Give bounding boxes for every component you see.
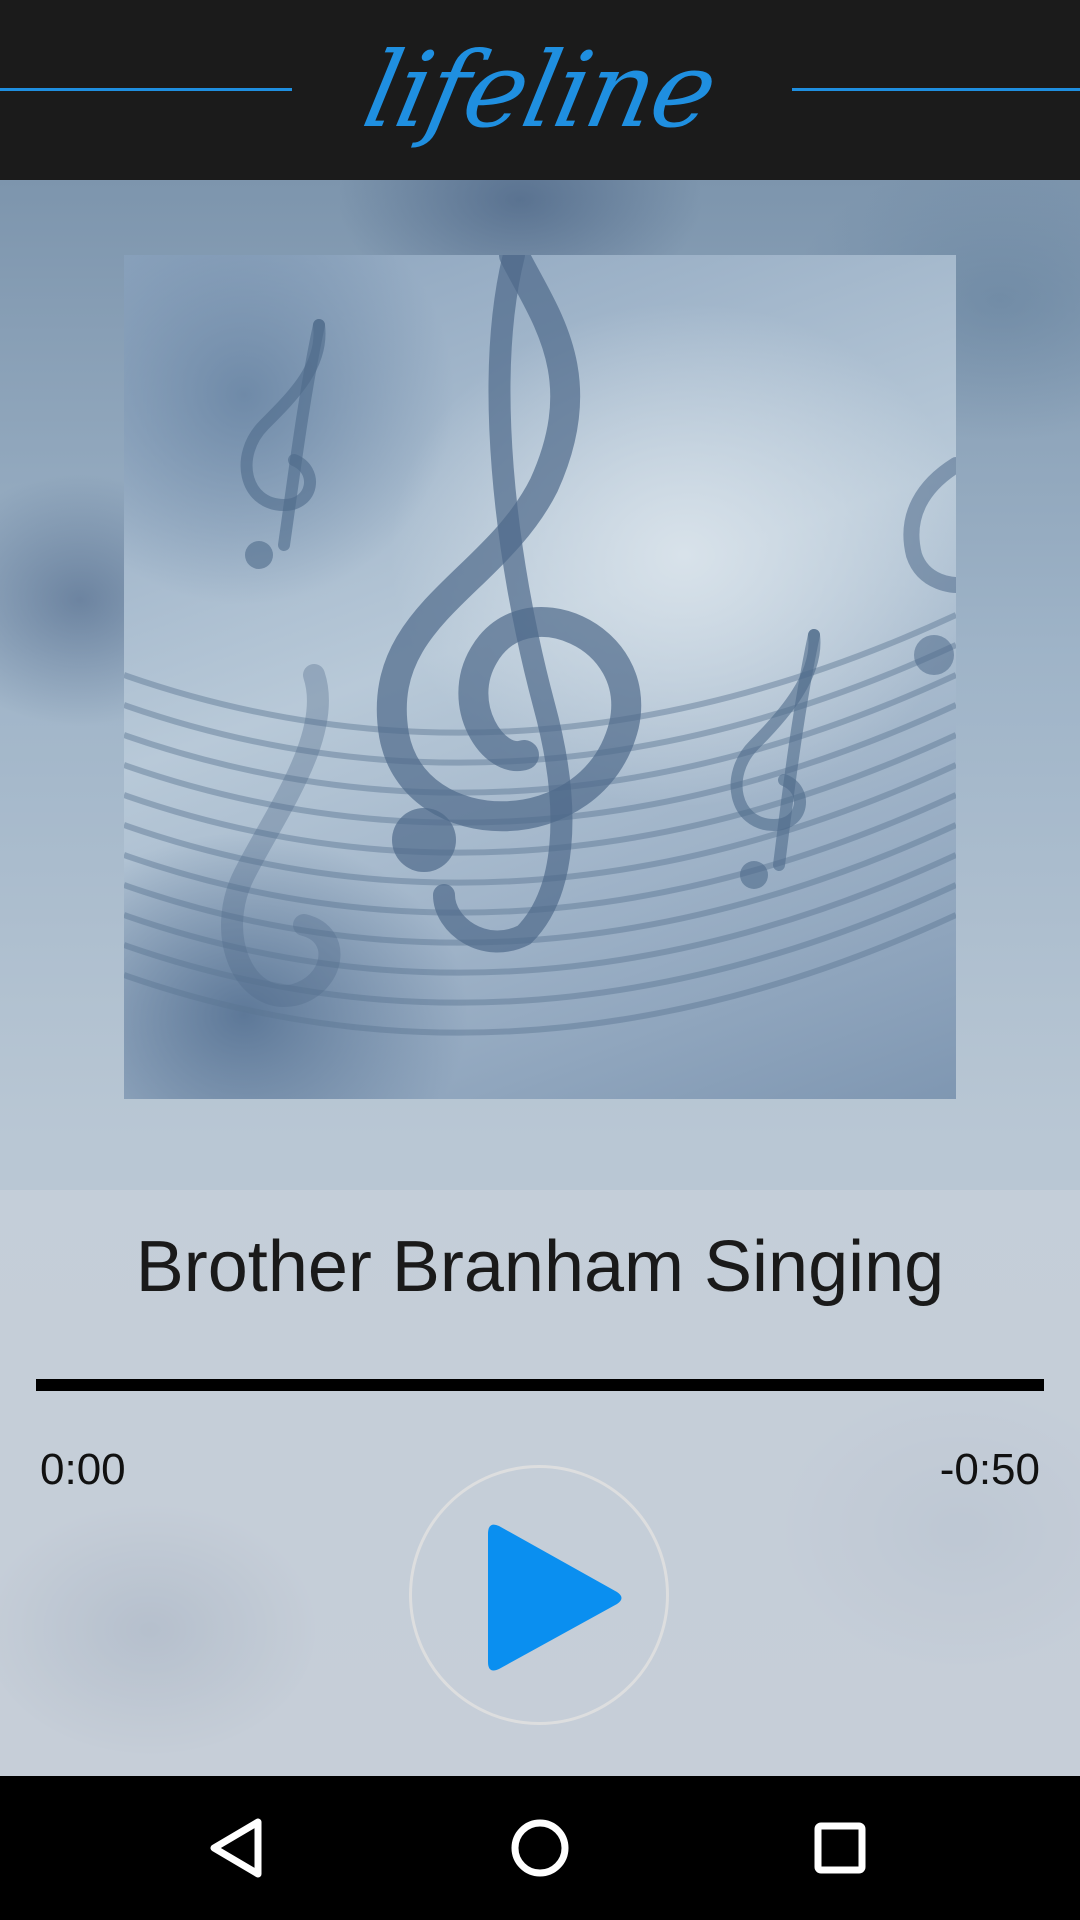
seek-bar[interactable]: [36, 1379, 1044, 1391]
system-nav-bar: [0, 1776, 1080, 1920]
nav-home-button[interactable]: [490, 1798, 590, 1898]
play-icon: [488, 1524, 622, 1671]
app-root: lifeline Brother Branham Singing 0:00 -0…: [0, 0, 1080, 1920]
home-circle-icon: [511, 1819, 569, 1877]
nav-recents-button[interactable]: [790, 1798, 890, 1898]
header-line-left: [0, 88, 292, 91]
song-title: Brother Branham Singing: [135, 1227, 945, 1307]
recents-square-icon: [814, 1822, 866, 1874]
elapsed-time: 0:00: [40, 1445, 126, 1494]
header-line-right: [792, 88, 1080, 91]
back-triangle-icon: [210, 1818, 262, 1878]
treble-clef-artwork: [124, 255, 956, 1036]
app-header: lifeline: [0, 0, 1080, 180]
remaining-time: -0:50: [939, 1445, 1040, 1494]
app-logo: lifeline: [354, 29, 726, 151]
nav-back-button[interactable]: [190, 1798, 290, 1898]
play-button[interactable]: [409, 1465, 669, 1725]
album-art: [124, 255, 956, 1099]
